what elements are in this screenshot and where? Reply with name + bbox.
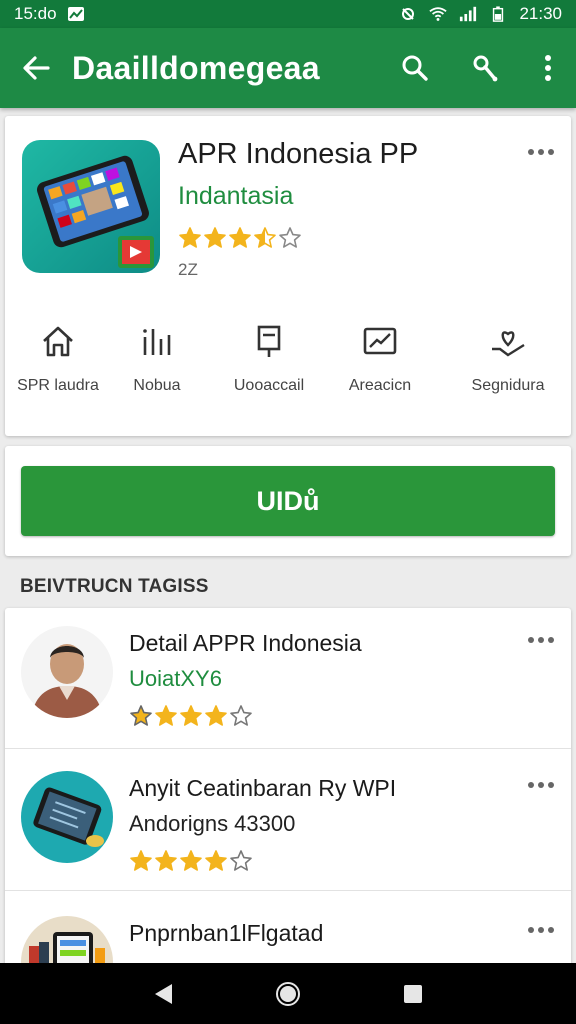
nav-back-button[interactable] [143, 974, 183, 1014]
app-icon[interactable] [22, 140, 160, 273]
item-overflow-menu[interactable] [525, 920, 557, 940]
install-button[interactable]: UIDů [21, 466, 555, 536]
category-item-1[interactable]: Nobua [102, 321, 212, 395]
section-title: BEIVTRUCN TAGISS [20, 576, 209, 597]
search-button[interactable] [380, 28, 450, 108]
tablet-image [33, 787, 104, 847]
trend-icon [363, 327, 397, 355]
document-icon [257, 325, 281, 357]
item-thumbnail [21, 771, 113, 863]
category-item-0[interactable]: SPR laudra [3, 321, 113, 395]
app-rating-stars [178, 226, 303, 252]
star-filled-icon [130, 705, 152, 726]
nav-home-button[interactable] [268, 974, 308, 1014]
star-filled-icon [229, 227, 251, 248]
category-label: Areacicn [348, 377, 412, 394]
star-filled-icon [155, 850, 177, 871]
status-time-right: 21:30 [519, 4, 562, 23]
category-label: Segnidura [471, 377, 545, 394]
item-title: Pnprnban1lFlgatad [129, 920, 324, 946]
arrow-back-icon [23, 56, 50, 80]
hand-heart-icon [492, 331, 525, 357]
star-empty-icon [230, 850, 252, 871]
star-empty-icon [230, 705, 252, 726]
app-title: APR Indonesia PP [178, 138, 419, 170]
more-horiz-icon [528, 927, 554, 933]
share-icon [473, 55, 498, 82]
nav-back-icon [154, 983, 172, 1004]
install-card: UIDů [5, 446, 571, 556]
system-navigation-bar [0, 963, 576, 1024]
nav-home-icon [275, 981, 300, 1006]
bar-chart-icon [143, 329, 171, 355]
phone-app-icon [36, 155, 154, 268]
search-icon [402, 55, 428, 81]
list-divider [5, 748, 571, 749]
star-filled-icon [205, 705, 227, 726]
home-icon [43, 326, 73, 357]
back-button[interactable] [0, 28, 72, 108]
related-apps-list: Detail APPR Indonesia UoiatXY6 Anyit Cea… [5, 608, 571, 1016]
star-half-icon [254, 227, 276, 248]
category-label: Nobua [133, 377, 181, 394]
star-filled-icon [205, 850, 227, 871]
more-horiz-icon [528, 782, 554, 788]
category-row: SPR laudra Nobua Uooaccail Areacicn Segn… [5, 321, 571, 411]
person-avatar-image [21, 626, 113, 718]
developer-link[interactable]: Indantasia [178, 182, 293, 211]
item-title: Detail APPR Indonesia [129, 630, 362, 656]
item-rating-stars [129, 849, 254, 871]
share-button[interactable] [450, 28, 520, 108]
star-filled-icon [155, 705, 177, 726]
app-bar-title: Daailldomegeaa [72, 49, 320, 86]
status-time-left: 15:do [14, 4, 57, 23]
category-item-2[interactable]: Uooaccail [214, 321, 324, 395]
item-overflow-menu[interactable] [525, 775, 557, 795]
nav-recents-icon [404, 984, 423, 1003]
more-options-button[interactable] [520, 28, 576, 108]
item-overflow-menu[interactable] [525, 630, 557, 650]
more-horiz-icon [528, 149, 554, 155]
star-filled-icon [179, 227, 201, 248]
category-label: Uooaccail [233, 377, 305, 394]
app-bar: Daailldomegeaa [0, 28, 576, 108]
category-item-3[interactable]: Areacicn [325, 321, 435, 395]
item-subtitle: Andorigns 43300 [129, 811, 296, 836]
star-filled-icon [180, 705, 202, 726]
more-vert-icon [545, 55, 551, 81]
notification-image-icon [67, 7, 84, 21]
list-divider [5, 890, 571, 891]
app-header-card: APR Indonesia PP Indantasia 2Z SPR laudr… [5, 116, 571, 436]
star-filled-icon [180, 850, 202, 871]
star-empty-icon [279, 227, 301, 248]
item-title: Anyit Ceatinbaran Ry WPI [129, 775, 397, 801]
review-count: 2Z [178, 260, 198, 279]
app-overflow-menu[interactable] [525, 142, 557, 162]
nav-recents-button[interactable] [393, 974, 433, 1014]
category-item-4[interactable]: Segnidura [453, 321, 563, 395]
category-label: SPR laudra [17, 377, 99, 394]
item-thumbnail [21, 626, 113, 718]
status-bar: 15:do 21:30 [0, 0, 576, 28]
battery-icon [493, 6, 504, 22]
sync-icon [402, 8, 415, 20]
list-item[interactable]: Anyit Ceatinbaran Ry WPI Andorigns 43300 [5, 753, 571, 893]
star-filled-icon [130, 850, 152, 871]
more-horiz-icon [528, 637, 554, 643]
wifi-icon [429, 7, 448, 21]
star-filled-icon [204, 227, 226, 248]
item-subtitle: UoiatXY6 [129, 666, 222, 691]
list-item[interactable]: Detail APPR Indonesia UoiatXY6 [5, 608, 571, 748]
signal-icon [460, 6, 477, 22]
item-rating-stars [129, 704, 254, 726]
